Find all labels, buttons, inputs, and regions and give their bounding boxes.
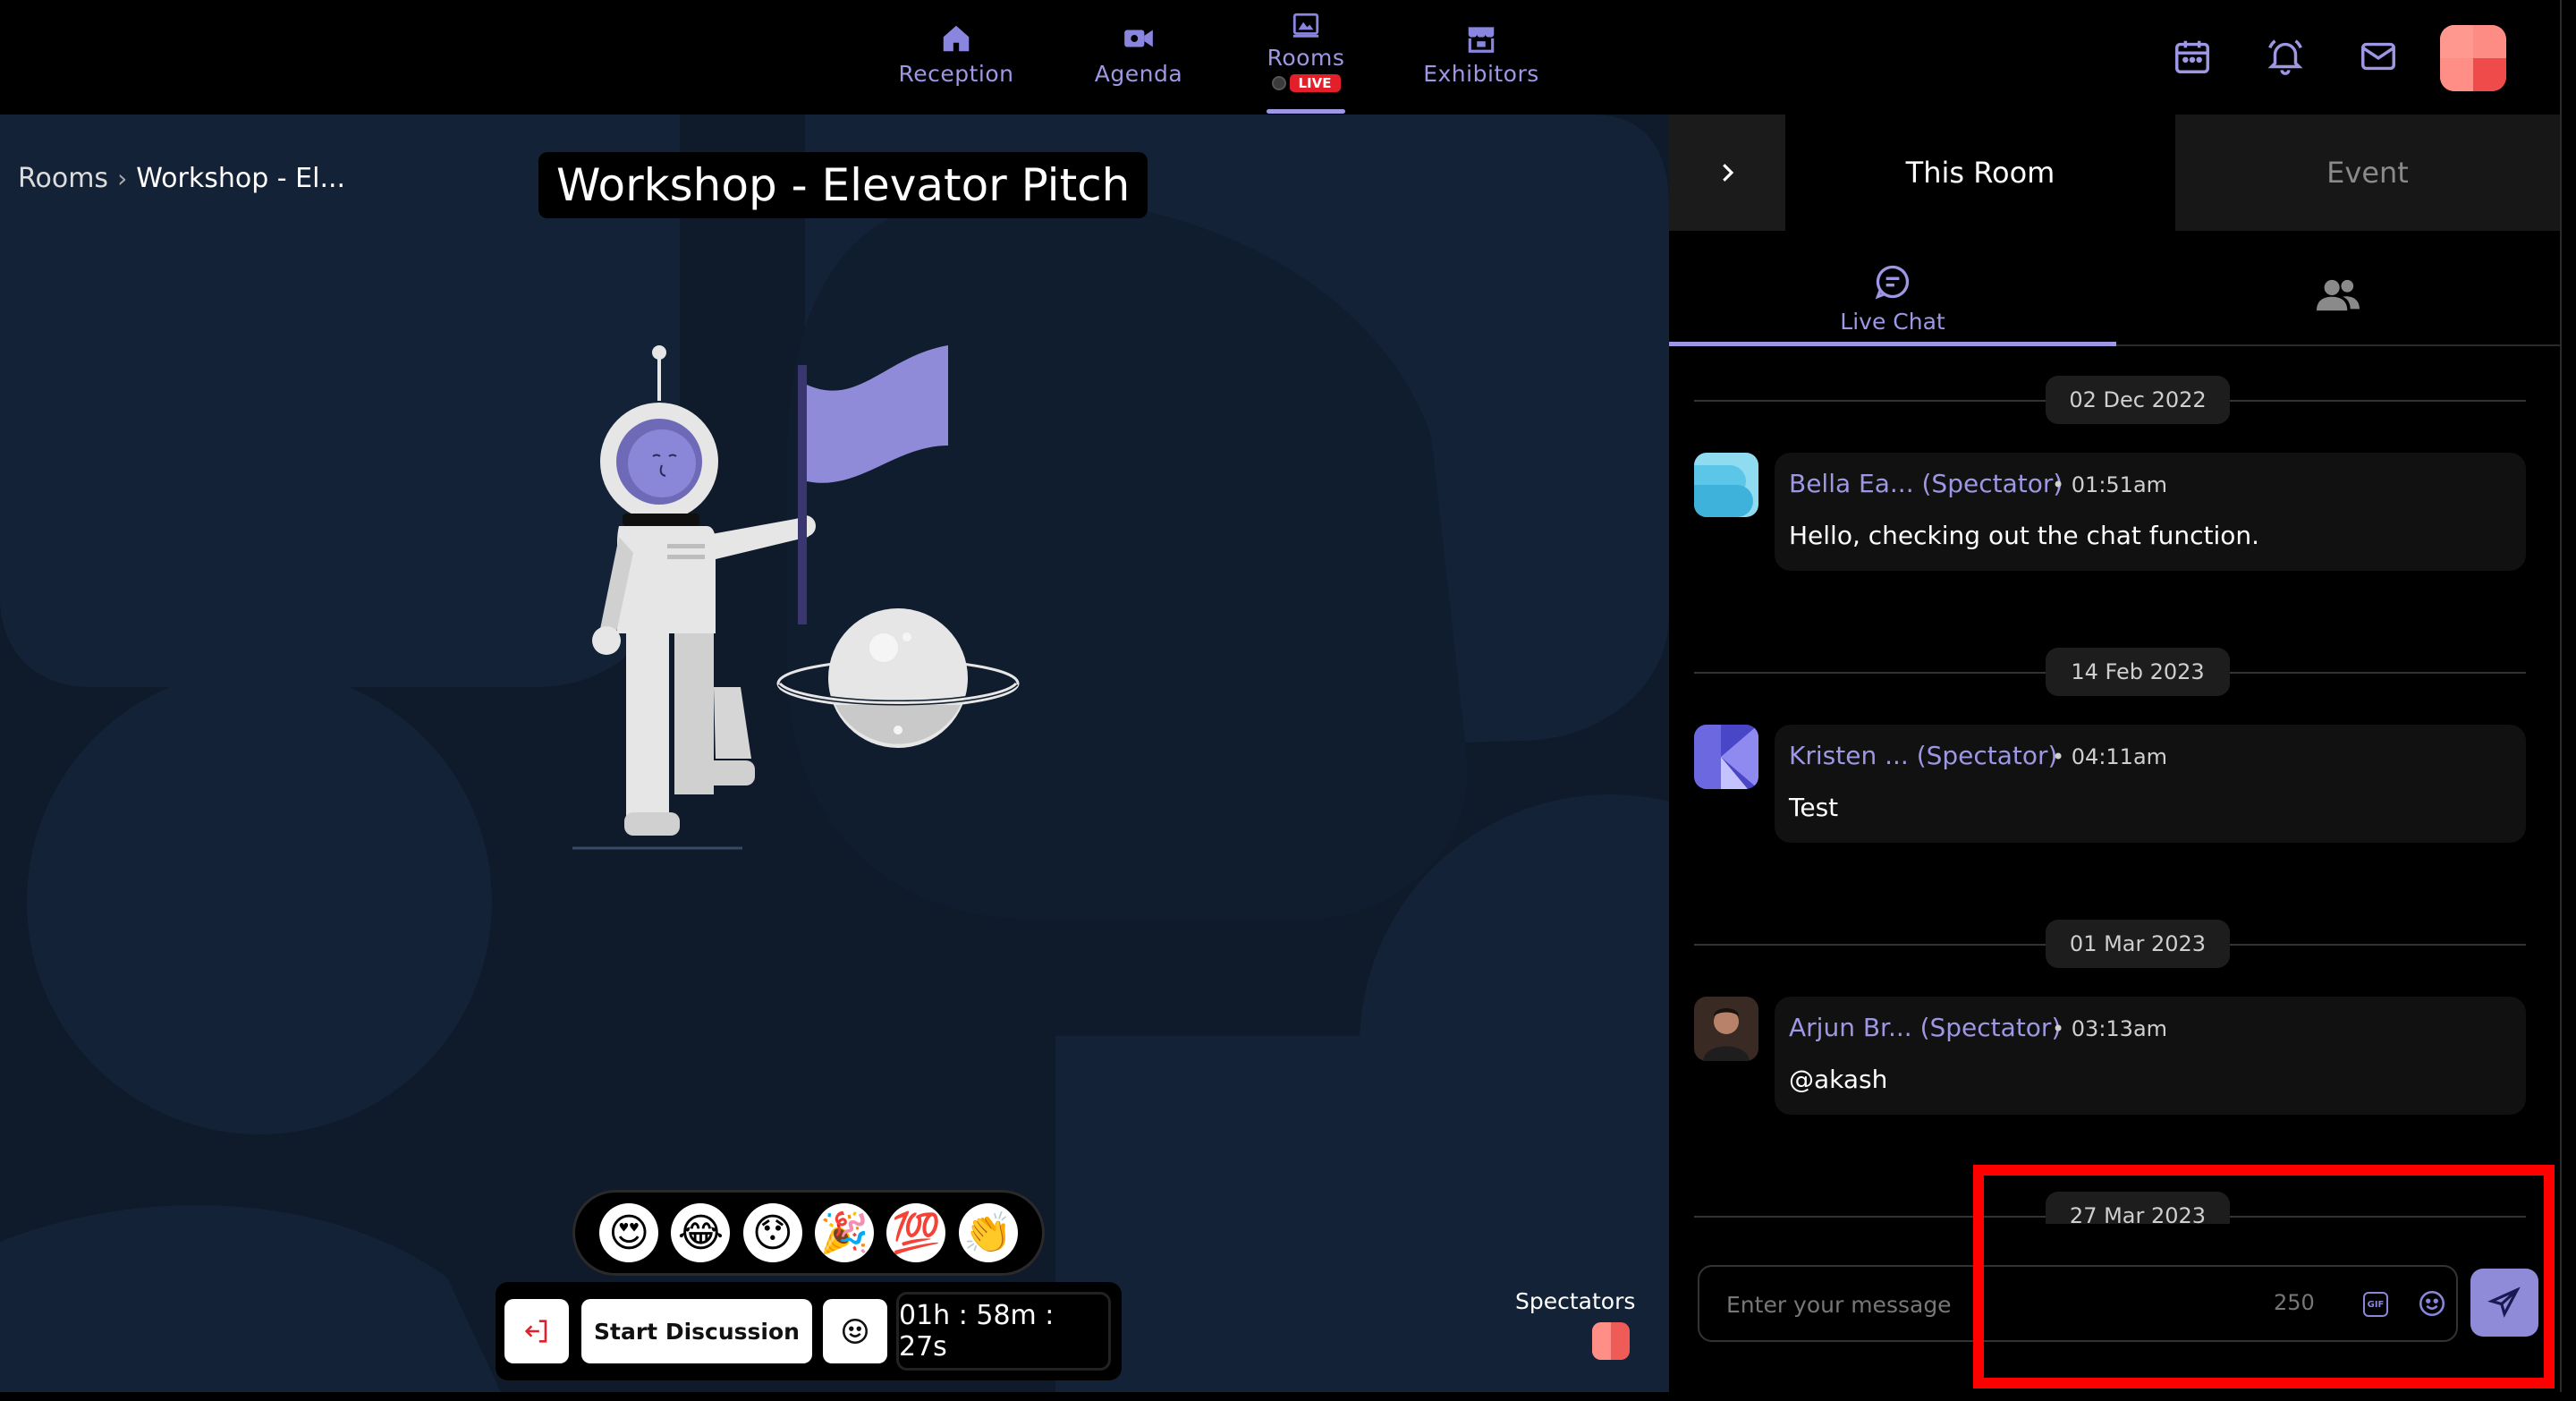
subtab-live-chat-label: Live Chat xyxy=(1840,308,1945,335)
chevron-right-icon: › xyxy=(117,164,128,193)
video-icon xyxy=(1124,30,1153,47)
nav-label-rooms: Rooms xyxy=(1267,45,1345,71)
live-badge: LIVE xyxy=(1289,74,1341,92)
nav-active-indicator xyxy=(1267,109,1345,114)
heart-eyes-emoji[interactable]: 😍 xyxy=(599,1203,659,1262)
bell-icon[interactable] xyxy=(2265,36,2306,77)
breadcrumb: Rooms › Workshop - El... xyxy=(18,163,345,194)
date-divider: 01 Mar 2023 xyxy=(1694,920,2526,970)
chevron-right-icon xyxy=(1723,164,1734,182)
chat-message: Kristen ... (Spectator) • 04:11am Test xyxy=(1694,725,2526,843)
subtab-divider xyxy=(2116,344,2560,346)
top-nav: Reception Agenda Rooms LIVE Exhibitors xyxy=(0,0,2576,115)
laughing-emoji[interactable]: 😂 xyxy=(671,1203,731,1262)
nav-item-reception[interactable]: Reception xyxy=(880,21,1032,111)
nav-label-exhibitors: Exhibitors xyxy=(1423,61,1539,87)
tab-event[interactable]: Event xyxy=(2175,115,2560,231)
side-panel: This Room Event Live Chat 02 Dec 2022 Be… xyxy=(1669,115,2560,1401)
message-composer: 250 GIF xyxy=(1698,1265,2458,1342)
chat-message: Arjun Br... (Spectator) • 03:13am @akash xyxy=(1694,997,2526,1115)
message-bubble: Arjun Br... (Spectator) • 03:13am @akash xyxy=(1775,997,2526,1115)
room-title: Workshop - Elevator Pitch xyxy=(538,152,1148,218)
message-time: • 03:13am xyxy=(2052,1016,2168,1041)
start-discussion-button[interactable]: Start Discussion xyxy=(581,1299,812,1363)
message-text: Hello, checking out the chat function. xyxy=(1789,521,2260,550)
rooms-icon xyxy=(1292,13,1319,38)
reaction-toggle-button[interactable] xyxy=(823,1299,887,1363)
char-count: 250 xyxy=(2274,1290,2315,1315)
subtab-people[interactable] xyxy=(2116,249,2560,342)
chat-bubble-icon xyxy=(1875,265,1910,299)
party-emoji[interactable]: 🎉 xyxy=(815,1203,875,1262)
message-sender[interactable]: Kristen ... (Spectator) xyxy=(1789,741,2057,770)
nav-item-agenda[interactable]: Agenda xyxy=(1063,21,1215,111)
spectators-label: Spectators xyxy=(1515,1288,1636,1314)
message-text: Test xyxy=(1789,793,1839,822)
collapse-panel-button[interactable] xyxy=(1669,115,1785,231)
live-indicator: LIVE xyxy=(1271,74,1341,92)
spectator-avatar[interactable] xyxy=(1592,1322,1630,1360)
message-input[interactable] xyxy=(1726,1285,2227,1324)
home-icon xyxy=(943,25,970,52)
subtab-live-chat[interactable]: Live Chat xyxy=(1669,249,2116,347)
gif-button[interactable]: GIF xyxy=(2363,1292,2388,1317)
mail-icon[interactable] xyxy=(2358,36,2399,77)
date-divider: 02 Dec 2022 xyxy=(1694,376,2526,426)
date-divider: 14 Feb 2023 xyxy=(1694,648,2526,698)
hundred-emoji[interactable]: 💯 xyxy=(886,1203,946,1262)
exit-room-button[interactable] xyxy=(504,1299,569,1363)
tab-this-room[interactable]: This Room xyxy=(1785,115,2175,231)
calendar-icon[interactable] xyxy=(2172,36,2213,77)
message-sender[interactable]: Arjun Br... (Spectator) xyxy=(1789,1013,2061,1042)
date-chip: 02 Dec 2022 xyxy=(2046,376,2230,424)
chat-avatar[interactable] xyxy=(1694,725,1758,789)
message-time: • 01:51am xyxy=(2052,472,2168,497)
subtab-active-indicator xyxy=(1669,342,2116,346)
astronaut-illustration xyxy=(572,345,1020,850)
breadcrumb-root[interactable]: Rooms xyxy=(18,163,108,194)
nav-item-rooms[interactable]: Rooms LIVE xyxy=(1230,11,1382,100)
stage-controls: Start Discussion 01h : 58m : 27s xyxy=(496,1282,1122,1380)
message-bubble: Bella Ea... (Spectator) • 01:51am Hello,… xyxy=(1775,453,2526,571)
stage-area: Rooms › Workshop - El... Workshop - Elev… xyxy=(0,115,1669,1392)
clap-emoji[interactable]: 👏 xyxy=(958,1203,1018,1262)
user-avatar[interactable] xyxy=(2440,25,2506,91)
surprised-emoji[interactable]: 😯 xyxy=(742,1203,802,1262)
breadcrumb-current: Workshop - El... xyxy=(136,163,346,194)
exit-icon xyxy=(524,1320,547,1343)
live-dot-icon xyxy=(1271,76,1286,90)
send-icon xyxy=(2487,1286,2521,1318)
message-text: @akash xyxy=(1789,1065,1888,1094)
reactions-bar: 😍 😂 😯 🎉 💯 👏 xyxy=(572,1190,1045,1276)
date-chip: 01 Mar 2023 xyxy=(2046,920,2230,968)
emoji-picker-icon[interactable] xyxy=(2417,1288,2447,1319)
chat-avatar[interactable] xyxy=(1694,997,1758,1061)
people-icon xyxy=(2317,279,2360,311)
message-time: • 04:11am xyxy=(2052,744,2168,769)
message-bubble: Kristen ... (Spectator) • 04:11am Test xyxy=(1775,725,2526,843)
nav-label-agenda: Agenda xyxy=(1094,61,1183,87)
nav-label-reception: Reception xyxy=(898,61,1014,87)
nav-item-exhibitors[interactable]: Exhibitors xyxy=(1405,21,1557,111)
send-button[interactable] xyxy=(2470,1269,2538,1337)
chat-message: Bella Ea... (Spectator) • 01:51am Hello,… xyxy=(1694,453,2526,571)
store-icon xyxy=(1468,27,1495,53)
smiley-icon xyxy=(842,1318,869,1345)
scrollbar[interactable] xyxy=(2560,0,2576,1392)
date-chip: 14 Feb 2023 xyxy=(2046,648,2230,696)
chat-avatar[interactable] xyxy=(1694,453,1758,517)
session-timer: 01h : 58m : 27s xyxy=(896,1292,1111,1371)
message-sender[interactable]: Bella Ea... (Spectator) xyxy=(1789,469,2063,498)
